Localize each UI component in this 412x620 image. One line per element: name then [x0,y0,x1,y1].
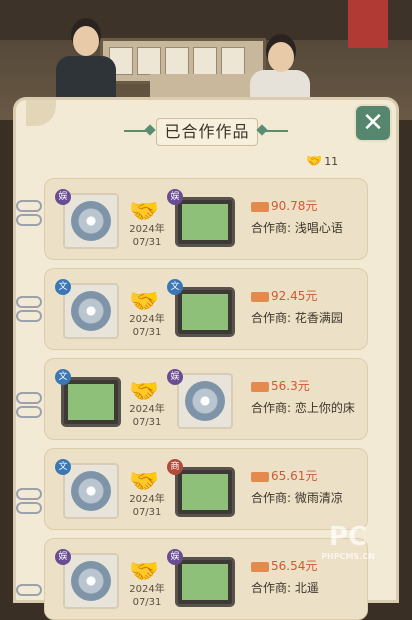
ring [16,488,42,500]
disc-thumbnail [177,373,233,429]
category-badge: 文 [55,459,71,475]
tv-thumbnail [175,197,235,247]
page-curl [26,100,56,126]
ring [16,310,42,322]
partner: 合作商: 浅唱心语 [251,219,343,236]
partner-label: 合作商: [251,221,292,235]
category-badge: 商 [167,459,183,475]
earnings: 65.61元 [251,467,317,484]
diamond-icon [144,124,156,136]
ring [16,214,42,226]
cooperation-date: 2024年 07/31 [127,493,167,519]
cooperation-date: 2024年 07/31 [127,583,167,609]
partner-name: 浅唱心语 [294,221,343,235]
earnings-value: 65.61元 [271,469,318,483]
partner-label: 合作商: [251,581,292,595]
ring [16,502,42,514]
handshake-icon: 🤝 [129,467,159,495]
ticket-icon [251,381,269,392]
work-card[interactable]: 文 🤝 2024年 07/31 文 92.45元 合作商: 花香满园 [44,268,368,350]
title-line-right [258,130,288,132]
date-day: 07/31 [132,507,162,518]
watermark-text: PC [328,522,368,552]
desk [150,74,260,98]
work-card[interactable]: 娱 🤝 2024年 07/31 娱 90.78元 合作商: 浅唱心语 [44,178,368,260]
partner-name: 花香满园 [294,311,343,325]
title-bar: 已合作作品 [124,114,288,148]
page-title: 已合作作品 [156,118,258,146]
partner-label: 合作商: [251,401,292,415]
ring [16,296,42,308]
category-badge: 娱 [167,369,183,385]
category-badge: 娱 [55,189,71,205]
disc-thumbnail [63,553,119,609]
red-sign [348,0,388,48]
work-card[interactable]: 文 🤝 2024年 07/31 娱 56.3元 合作商: 恋上你的床 [44,358,368,440]
date-day: 07/31 [132,597,162,608]
disc-thumbnail [63,463,119,519]
watermark: PC PHPCMS.CN [300,522,396,582]
partner-name: 北遥 [294,581,319,595]
date-day: 07/31 [132,327,162,338]
partner-name: 恋上你的床 [294,401,355,415]
notebook-rings [16,200,42,600]
ring [16,584,42,596]
earnings-value: 92.45元 [271,289,318,303]
ticket-icon [251,471,269,482]
watermark-sub: PHPCMS.CN [321,552,375,561]
cooperation-date: 2024年 07/31 [127,313,167,339]
cooperation-count: 🤝 11 [306,154,338,169]
disc-thumbnail [63,283,119,339]
category-badge: 娱 [167,189,183,205]
ring [16,406,42,418]
date-day: 07/31 [132,237,162,248]
earnings: 90.78元 [251,197,317,214]
ticket-icon [251,291,269,302]
partner-label: 合作商: [251,491,292,505]
ring [16,200,42,212]
date-day: 07/31 [132,417,162,428]
earnings-value: 56.3元 [271,379,310,393]
date-year: 2024年 [129,314,165,325]
handshake-icon: 🤝 [129,557,159,585]
disc-thumbnail [63,193,119,249]
partner-label: 合作商: [251,311,292,325]
handshake-icon: 🤝 [129,287,159,315]
handshake-icon: 🤝 [129,377,159,405]
date-year: 2024年 [129,404,165,415]
earnings: 56.3元 [251,377,310,394]
tv-thumbnail [61,377,121,427]
category-badge: 文 [55,279,71,295]
character-right-head [268,42,294,72]
partner: 合作商: 恋上你的床 [251,399,355,416]
partner-name: 微雨清凉 [294,491,343,505]
category-badge: 文 [167,279,183,295]
earnings: 92.45元 [251,287,317,304]
work-card[interactable]: 文 🤝 2024年 07/31 商 65.61元 合作商: 微雨清凉 [44,448,368,530]
count-value: 11 [324,155,339,168]
character-left-head [73,26,99,56]
ticket-icon [251,201,269,212]
category-badge: 娱 [167,549,183,565]
tv-thumbnail [175,467,235,517]
date-year: 2024年 [129,584,165,595]
handshake-icon: 🤝 [129,197,159,225]
tv-thumbnail [175,287,235,337]
close-button[interactable]: ✕ [356,106,390,140]
partner: 合作商: 微雨清凉 [251,489,343,506]
cooperation-date: 2024年 07/31 [127,403,167,429]
cooperation-date: 2024年 07/31 [127,223,167,249]
handshake-icon: 🤝 [306,154,323,169]
ticket-icon [251,561,269,572]
category-badge: 文 [55,369,71,385]
date-year: 2024年 [129,224,165,235]
date-year: 2024年 [129,494,165,505]
character-left-body [56,56,116,106]
category-badge: 娱 [55,549,71,565]
partner: 合作商: 花香满园 [251,309,343,326]
earnings-value: 90.78元 [271,199,318,213]
ring [16,392,42,404]
